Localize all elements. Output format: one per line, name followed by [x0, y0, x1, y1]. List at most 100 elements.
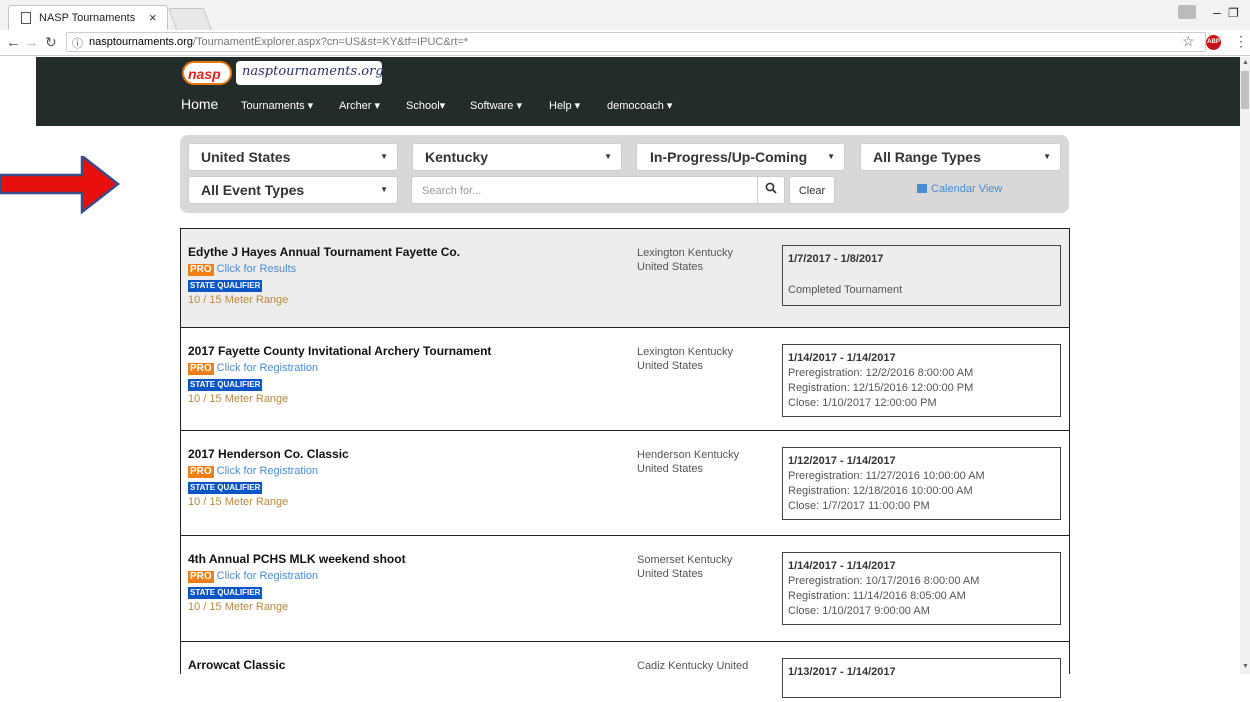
results-link[interactable]: PRO Click for Results — [188, 263, 296, 276]
list-item: 2017 Fayette County Invitational Archery… — [181, 328, 1069, 431]
caret-down-icon: ▼ — [827, 152, 835, 161]
registration-date: Registration: 12/15/2016 12:00:00 PM — [788, 382, 974, 394]
calendar-view-link[interactable]: Calendar View — [917, 183, 1002, 195]
nav-user[interactable]: democoach ▾ — [607, 99, 672, 112]
close-date: Close: 1/7/2017 11:00:00 PM — [788, 500, 930, 512]
url-text: nasptournaments.org/TournamentExplorer.a… — [89, 36, 468, 48]
back-icon[interactable]: ← — [6, 34, 21, 51]
tournament-location: Lexington Kentucky United States — [637, 246, 777, 274]
url-path: /TournamentExplorer.aspx?cn=US&st=KY&tf=… — [192, 36, 469, 48]
country-select[interactable]: United States ▼ — [188, 143, 398, 171]
close-date: Close: 1/10/2017 12:00:00 PM — [788, 397, 937, 409]
calendar-icon — [917, 184, 927, 193]
adblock-icon[interactable]: ABP — [1206, 35, 1221, 50]
site-name[interactable]: nasptournaments.org — [236, 61, 384, 85]
restore-icon[interactable]: ❐ — [1228, 6, 1239, 20]
country-value: United States — [201, 149, 291, 165]
date-range: 1/12/2017 - 1/14/2017 — [788, 455, 896, 467]
date-box: 1/12/2017 - 1/14/2017 Preregistration: 1… — [782, 447, 1061, 520]
reload-icon[interactable]: ↻ — [45, 34, 57, 51]
nav-help[interactable]: Help ▾ — [549, 99, 580, 112]
range-type: 10 / 15 Meter Range — [188, 496, 289, 508]
tournament-location: Henderson Kentucky United States — [637, 448, 777, 476]
clear-button[interactable]: Clear — [789, 176, 835, 204]
nav-home[interactable]: Home — [181, 96, 218, 112]
results-link-label: Click for Results — [216, 263, 297, 275]
registration-date: Registration: 11/14/2016 8:05:00 AM — [788, 590, 966, 602]
list-item: 4th Annual PCHS MLK weekend shoot PRO Cli… — [181, 536, 1069, 642]
menu-icon[interactable]: ⋮ — [1234, 33, 1248, 50]
pro-badge: PRO — [188, 363, 214, 375]
timeframe-select[interactable]: In-Progress/Up-Coming ▼ — [636, 143, 845, 171]
range-type-select[interactable]: All Range Types ▼ — [860, 143, 1061, 171]
info-icon[interactable]: ⓘ — [72, 35, 83, 51]
preregistration-date: Preregistration: 11/27/2016 10:00:00 AM — [788, 470, 985, 482]
date-box: 1/7/2017 - 1/8/2017 Completed Tournament — [782, 245, 1061, 306]
tournament-name: 4th Annual PCHS MLK weekend shoot — [188, 552, 406, 566]
pro-badge: PRO — [188, 571, 214, 583]
nav-software[interactable]: Software ▾ — [470, 99, 522, 112]
caret-down-icon: ▼ — [380, 152, 388, 161]
forward-icon[interactable]: → — [24, 34, 39, 51]
browser-tab[interactable]: NASP Tournaments × — [8, 5, 168, 30]
minimize-icon[interactable]: – — [1213, 4, 1221, 20]
url-host: nasptournaments.org — [89, 36, 193, 48]
list-item: Edythe J Hayes Annual Tournament Fayette… — [181, 229, 1069, 328]
tournament-list: Edythe J Hayes Annual Tournament Fayette… — [180, 228, 1070, 698]
user-icon[interactable] — [1178, 5, 1196, 19]
pro-badge: PRO — [188, 466, 214, 478]
tournament-name: 2017 Henderson Co. Classic — [188, 447, 349, 461]
date-range: 1/7/2017 - 1/8/2017 — [788, 253, 884, 265]
close-icon[interactable]: × — [149, 10, 157, 25]
status-text: Completed Tournament — [788, 284, 903, 296]
search-button[interactable] — [757, 176, 785, 204]
location-city: Henderson Kentucky — [637, 449, 740, 461]
location-country: United States — [637, 463, 704, 475]
registration-link[interactable]: PRO Click for Registration — [188, 362, 318, 375]
registration-link-label: Click for Registration — [216, 570, 319, 582]
registration-link[interactable]: PRO Click for Registration — [188, 465, 318, 478]
range-type: 10 / 15 Meter Range — [188, 601, 289, 613]
state-qualifier-badge: STATE QUALIFIER — [188, 482, 263, 494]
nav-archer[interactable]: Archer ▾ — [339, 99, 380, 112]
range-type-value: All Range Types — [873, 149, 981, 165]
preregistration-date: Preregistration: 10/17/2016 8:00:00 AM — [788, 575, 980, 587]
nasp-logo[interactable]: nasp — [182, 61, 232, 85]
tournament-name: Edythe J Hayes Annual Tournament Fayette… — [188, 245, 461, 259]
url-field[interactable]: ⓘ nasptournaments.org/TournamentExplorer… — [66, 32, 1206, 52]
location-country: United States — [637, 568, 704, 580]
preregistration-date: Preregistration: 12/2/2016 8:00:00 AM — [788, 367, 974, 379]
tournament-name: 2017 Fayette County Invitational Archery… — [188, 344, 492, 358]
search-icon — [765, 182, 777, 194]
scroll-down-icon[interactable]: ▼ — [1242, 663, 1249, 670]
state-qualifier-badge: STATE QUALIFIER — [188, 379, 263, 391]
address-bar: ← → ↻ ⓘ nasptournaments.org/TournamentEx… — [0, 30, 1250, 56]
state-qualifier-badge: STATE QUALIFIER — [188, 587, 263, 599]
date-range: 1/14/2017 - 1/14/2017 — [788, 352, 896, 364]
scroll-thumb[interactable] — [1241, 71, 1249, 109]
nav-school[interactable]: School▾ — [406, 99, 445, 112]
page-scrollbar[interactable]: ▲ ▼ — [1240, 57, 1250, 674]
tab-title: NASP Tournaments — [39, 12, 136, 24]
caret-down-icon: ▼ — [380, 185, 388, 194]
bookmark-star-icon[interactable]: ☆ — [1182, 33, 1195, 50]
nav-tournaments[interactable]: Tournaments ▾ — [241, 99, 313, 112]
search-input[interactable]: Search for... — [411, 176, 758, 204]
date-range: 1/14/2017 - 1/14/2017 — [788, 560, 896, 572]
location-city: Somerset Kentucky — [637, 554, 733, 566]
state-select[interactable]: Kentucky ▼ — [412, 143, 622, 171]
list-item: 2017 Henderson Co. Classic PRO Click for … — [181, 431, 1069, 536]
scroll-up-icon[interactable]: ▲ — [1242, 59, 1249, 66]
new-tab-button[interactable] — [167, 8, 213, 30]
timeframe-value: In-Progress/Up-Coming — [650, 149, 808, 165]
date-box: 1/13/2017 - 1/14/2017 — [782, 658, 1061, 698]
date-range: 1/13/2017 - 1/14/2017 — [788, 666, 896, 678]
list-item: Arrowcat Classic Cadiz Kentucky United 1… — [181, 642, 1069, 702]
logo-text: nasp — [188, 66, 221, 82]
state-value: Kentucky — [425, 149, 489, 165]
tournament-location: Somerset Kentucky United States — [637, 553, 777, 581]
registration-link[interactable]: PRO Click for Registration — [188, 570, 318, 583]
tournament-name: Arrowcat Classic — [188, 658, 286, 672]
event-type-select[interactable]: All Event Types ▼ — [188, 176, 398, 204]
site-header: nasp nasptournaments.org Home Tournament… — [36, 57, 1240, 126]
